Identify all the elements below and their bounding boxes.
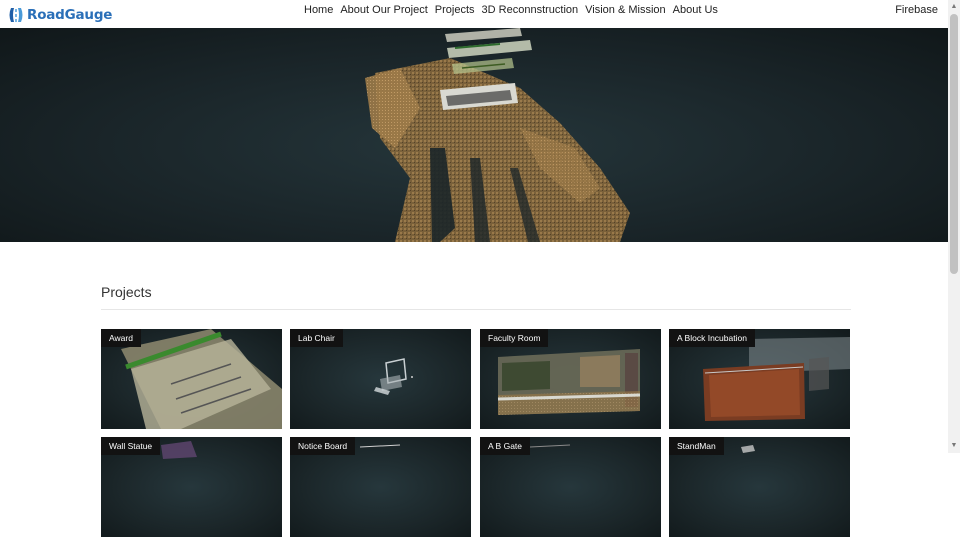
card-label: Award <box>101 329 141 347</box>
project-card-lab-chair[interactable]: Lab Chair <box>290 329 471 429</box>
scroll-down-arrow-icon[interactable]: ▼ <box>950 441 958 451</box>
nav-vision-mission[interactable]: Vision & Mission <box>585 4 666 16</box>
hero-3d-viewer[interactable] <box>0 28 948 242</box>
brand-link[interactable]: RoadGauge <box>8 5 112 25</box>
project-card-wall-statue[interactable]: Wall Statue <box>101 437 282 537</box>
projects-title: Projects <box>101 284 152 300</box>
card-label: StandMan <box>669 437 724 455</box>
project-card-faculty-room[interactable]: Faculty Room <box>480 329 661 429</box>
page-scrollbar[interactable]: ▲ ▼ <box>948 0 960 453</box>
nav-about-us[interactable]: About Us <box>673 4 718 16</box>
project-card-award[interactable]: Award <box>101 329 282 429</box>
nav-projects[interactable]: Projects <box>435 4 475 16</box>
project-card-notice-board[interactable]: Notice Board <box>290 437 471 537</box>
card-label: Wall Statue <box>101 437 161 455</box>
point-cloud-scene <box>365 28 630 242</box>
scrollbar-thumb[interactable] <box>950 14 958 274</box>
section-divider <box>101 309 851 310</box>
nav-3d-reconstruction[interactable]: 3D Reconnstruction <box>482 4 579 16</box>
card-label: A B Gate <box>480 437 531 455</box>
project-card-a-b-gate[interactable]: A B Gate <box>480 437 661 537</box>
navbar: RoadGauge Home About Our Project Project… <box>0 0 948 28</box>
card-label: Faculty Room <box>480 329 549 347</box>
brand-name: RoadGauge <box>27 7 113 23</box>
project-card-standman[interactable]: StandMan <box>669 437 850 537</box>
main-nav: Home About Our Project Projects 3D Recon… <box>304 4 718 16</box>
roadgauge-logo-icon <box>8 6 24 24</box>
nav-about-our-project[interactable]: About Our Project <box>340 4 427 16</box>
scroll-up-arrow-icon[interactable]: ▲ <box>950 2 958 12</box>
card-label: Lab Chair <box>290 329 343 347</box>
card-label: A Block Incubation <box>669 329 755 347</box>
card-label: Notice Board <box>290 437 356 455</box>
nav-home[interactable]: Home <box>304 4 333 16</box>
nav-firebase[interactable]: Firebase <box>895 4 938 16</box>
project-card-a-block-incubation[interactable]: A Block Incubation <box>669 329 850 429</box>
